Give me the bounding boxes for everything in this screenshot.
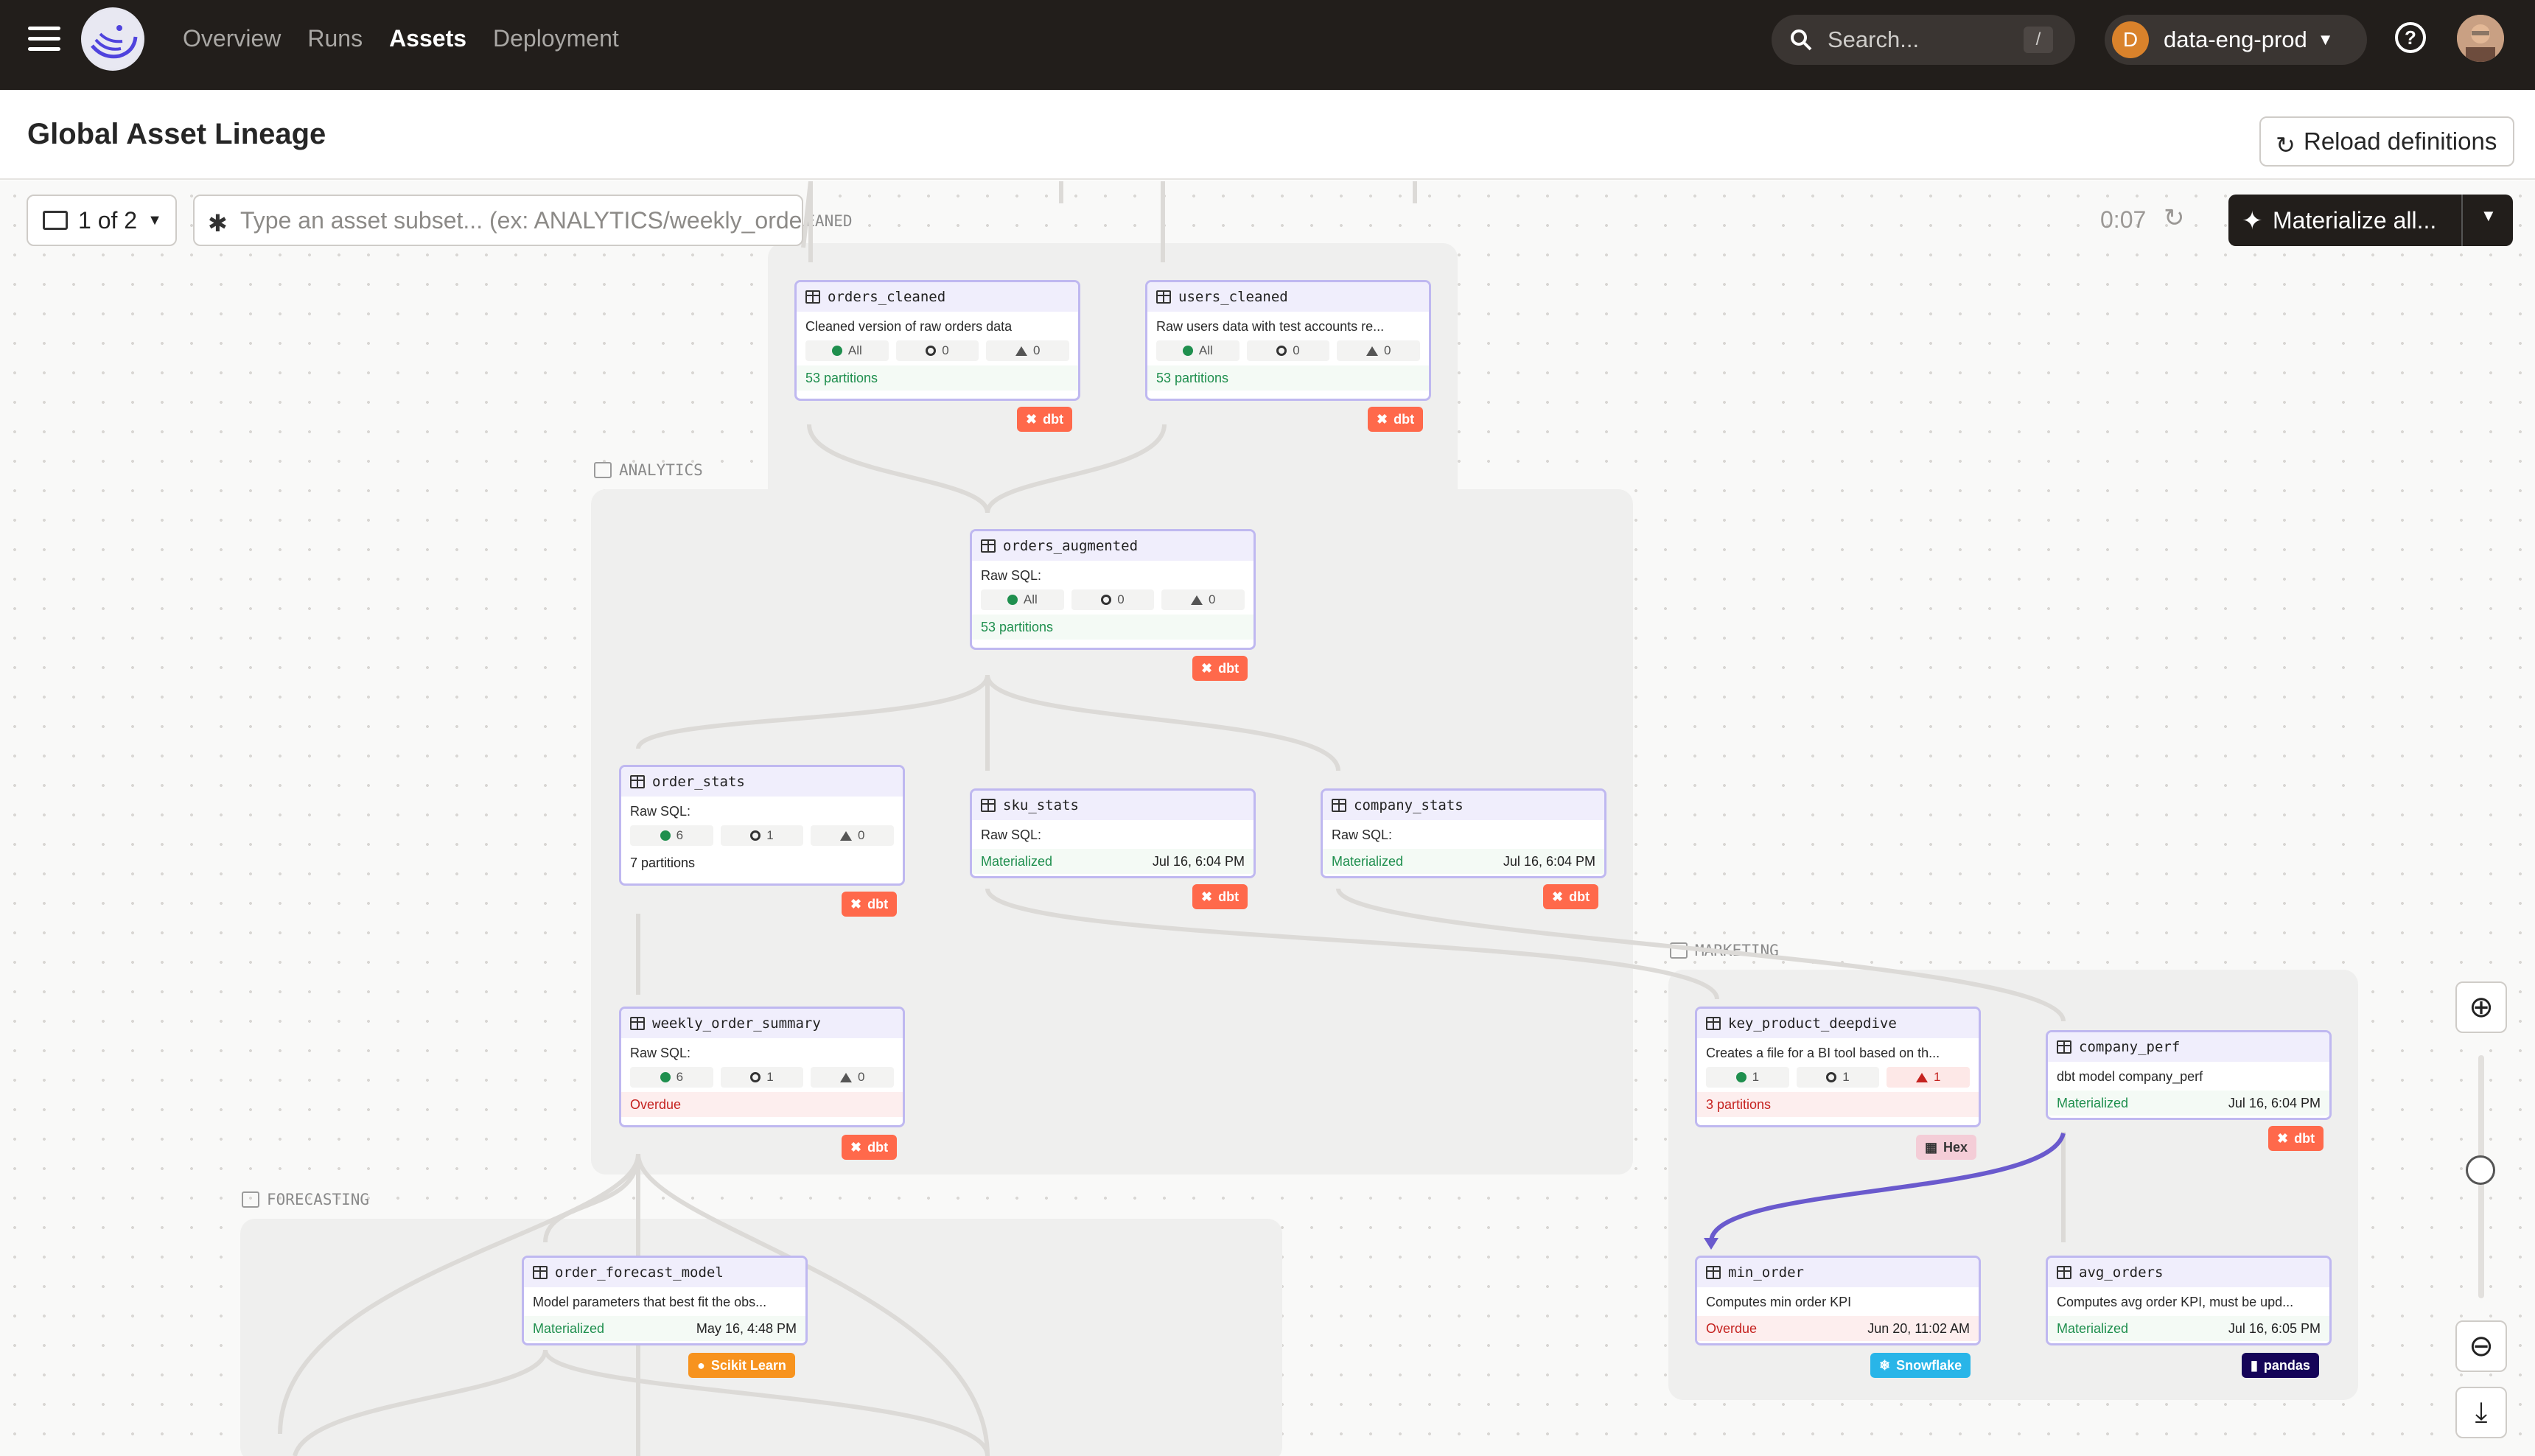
pandas-badge: ▮ pandas (2242, 1353, 2319, 1378)
zoom-controls: ⊕ (2455, 981, 2519, 1298)
refresh-timer: 0:07 (2100, 206, 2147, 233)
table-icon (981, 539, 996, 553)
nav-assets[interactable]: Assets (389, 25, 466, 52)
scikit-learn-badge: ● Scikit Learn (688, 1353, 795, 1378)
lineage-canvas[interactable]: CLEANED ANALYTICS MARKETING FORECASTING (0, 181, 2535, 1456)
folder-icon (43, 211, 68, 230)
dbt-badge: ✖ dbt (1368, 407, 1424, 432)
asset-node-avg-orders[interactable]: avg_orders Computes avg order KPI, must … (2046, 1256, 2332, 1345)
search-icon (1791, 29, 1812, 51)
asset-node-order-stats[interactable]: order_stats Raw SQL: 6 1 0 7 partitions (619, 765, 905, 886)
chevron-down-icon: ▼ (2317, 30, 2334, 49)
nav-runs[interactable]: Runs (307, 25, 363, 52)
zoom-slider-handle[interactable] (2466, 1155, 2495, 1185)
refresh-icon: ↻ (2276, 132, 2296, 158)
main-nav: Overview Runs Assets Deployment (183, 25, 619, 52)
partition-status: 6 1 0 (621, 821, 903, 850)
zoom-out-icon[interactable]: ⊖ (2455, 1320, 2507, 1372)
dbt-badge: ✖ dbt (1543, 884, 1599, 909)
sparkle-icon: ✱ (208, 210, 228, 237)
page-selector[interactable]: 1 of 2 ▼ (27, 195, 177, 246)
chevron-down-icon: ▼ (147, 211, 162, 228)
asset-subset-input[interactable]: ✱ Type an asset subset... (ex: ANALYTICS… (193, 195, 803, 246)
menu-icon[interactable] (28, 27, 60, 52)
table-icon (630, 775, 645, 788)
partition-status: All 0 0 (797, 336, 1078, 365)
dbt-badge: ✖ dbt (1017, 407, 1073, 432)
dagster-logo[interactable] (81, 7, 144, 71)
asset-node-sku-stats[interactable]: sku_stats Raw SQL: Materialized Jul 16, 6… (970, 788, 1256, 878)
dbt-badge: ✖ dbt (2268, 1126, 2324, 1151)
dbt-badge: ✖ dbt (1192, 884, 1248, 909)
partition-status: All 0 0 (972, 585, 1253, 615)
sparkle-icon: ✦ (2242, 207, 2263, 235)
workspace-selector[interactable]: D data-eng-prod ▼ (2105, 15, 2367, 65)
table-icon (630, 1017, 645, 1030)
hex-badge: ▦ Hex (1916, 1135, 1977, 1160)
table-icon (2057, 1266, 2071, 1279)
table-icon (2057, 1040, 2071, 1054)
chevron-down-icon[interactable]: ▼ (2480, 206, 2497, 225)
dbt-badge: ✖ dbt (1192, 656, 1248, 681)
asset-node-company-perf[interactable]: company_perf dbt model company_perf Mate… (2046, 1030, 2332, 1120)
workspace-avatar: D (2112, 21, 2149, 58)
table-icon (1156, 290, 1171, 304)
asset-node-users-cleaned[interactable]: users_cleaned Raw users data with test a… (1145, 280, 1431, 401)
asset-node-company-stats[interactable]: company_stats Raw SQL: Materialized Jul 1… (1321, 788, 1606, 878)
zoom-in-icon[interactable]: ⊕ (2455, 981, 2507, 1033)
asset-node-orders-cleaned[interactable]: orders_cleaned Cleaned version of raw or… (794, 280, 1080, 401)
nav-overview[interactable]: Overview (183, 25, 281, 52)
help-icon[interactable]: ? (2395, 22, 2426, 53)
page-title: Global Asset Lineage (27, 118, 326, 150)
asset-node-min-order[interactable]: min_order Computes min order KPI Overdue… (1695, 1256, 1981, 1345)
table-icon (981, 799, 996, 812)
search-input[interactable]: Search... / (1772, 15, 2075, 65)
partition-status: 1 1 1 (1697, 1063, 1979, 1092)
workspace-name: data-eng-prod (2164, 27, 2307, 52)
snowflake-badge: ❄ Snowflake (1870, 1353, 1971, 1378)
dbt-badge: ✖ dbt (842, 1135, 898, 1160)
download-icon[interactable]: ⤓ (2455, 1387, 2507, 1438)
partition-status: All 0 0 (1147, 336, 1429, 365)
materialize-all-button[interactable]: ✦ Materialize all... ▼ (2228, 195, 2513, 246)
search-shortcut: / (2024, 27, 2053, 53)
dbt-badge: ✖ dbt (842, 892, 898, 917)
refresh-icon[interactable]: ↻ (2164, 203, 2185, 233)
selected-edge (1708, 1133, 2066, 1243)
reload-definitions-button[interactable]: ↻ Reload definitions (2259, 116, 2514, 167)
reload-label: Reload definitions (2304, 127, 2497, 155)
table-icon (805, 290, 820, 304)
table-icon (1332, 799, 1346, 812)
page-header: Global Asset Lineage ↻ Reload definition… (0, 90, 2535, 180)
table-icon (1706, 1017, 1721, 1030)
asset-node-orders-augmented[interactable]: orders_augmented Raw SQL: All 0 0 53 par… (970, 529, 1256, 650)
table-icon (1706, 1266, 1721, 1279)
table-icon (533, 1266, 548, 1279)
search-placeholder: Search... (1828, 27, 1920, 52)
user-avatar[interactable] (2457, 15, 2504, 62)
asset-node-order-forecast-model[interactable]: order_forecast_model Model parameters th… (522, 1256, 808, 1345)
asset-node-weekly-order-summary[interactable]: weekly_order_summary Raw SQL: 6 1 0 Over… (619, 1007, 905, 1127)
top-navigation-bar: Overview Runs Assets Deployment Search..… (0, 0, 2535, 90)
asset-node-key-product-deepdive[interactable]: key_product_deepdive Creates a file for … (1695, 1007, 1981, 1127)
partition-status: 6 1 0 (621, 1063, 903, 1092)
nav-deployment[interactable]: Deployment (493, 25, 619, 52)
